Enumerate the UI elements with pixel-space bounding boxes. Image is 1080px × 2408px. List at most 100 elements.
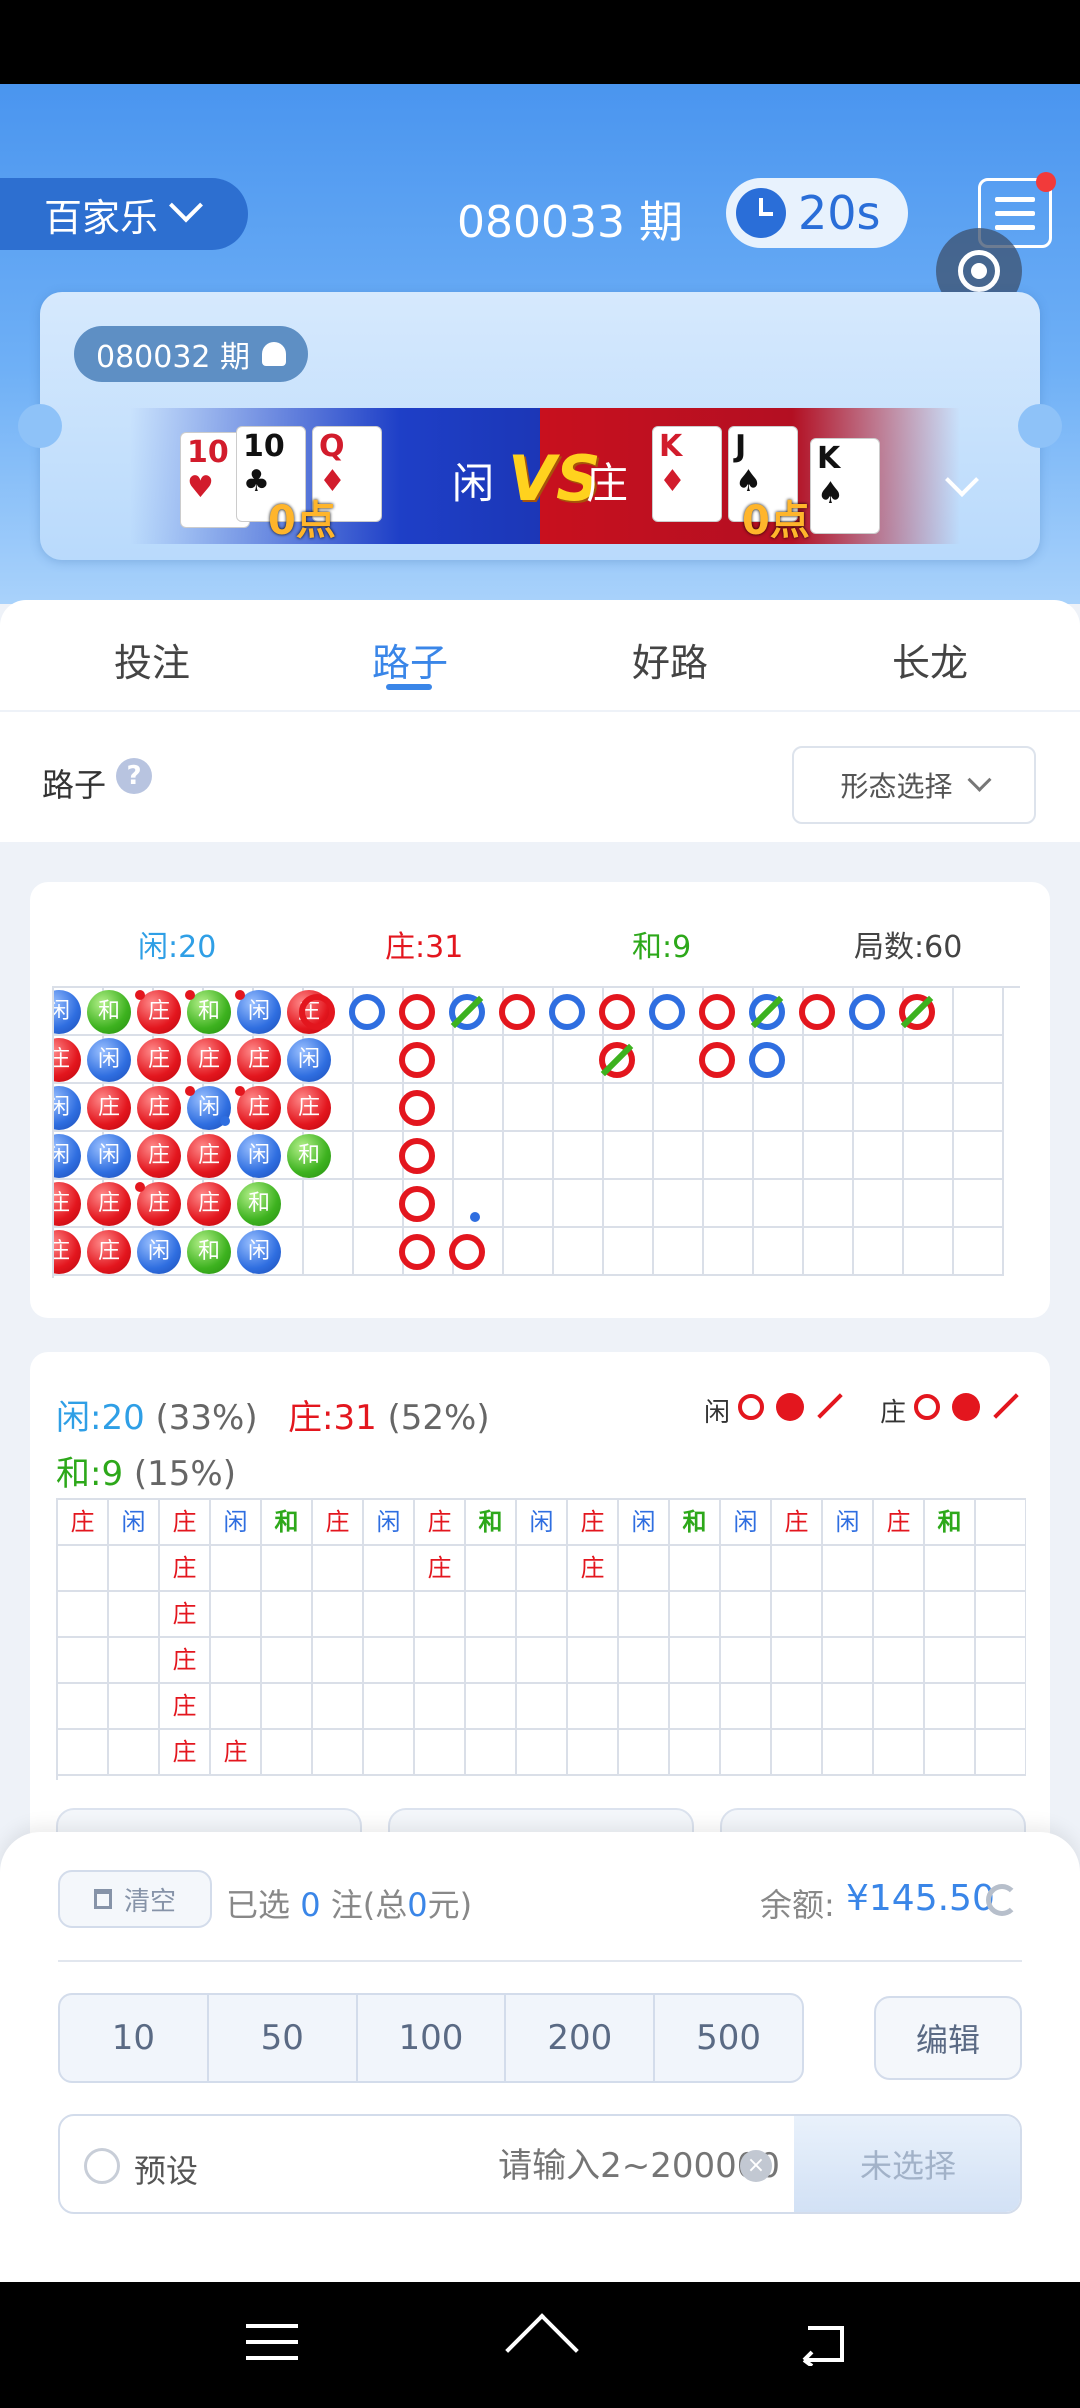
chip-10[interactable]: 10	[60, 1995, 209, 2081]
bead-plate-cell: 庄	[772, 1500, 823, 1546]
chevron-down-icon	[966, 767, 992, 792]
refresh-icon[interactable]	[986, 1884, 1018, 1916]
player-ring-mark	[649, 994, 685, 1030]
bead-tie: 和	[237, 1182, 281, 1226]
menu-line	[246, 2340, 298, 2344]
grid-cell	[554, 1084, 604, 1132]
roads-toolbar: 路子 ? 形态选择	[0, 712, 1080, 842]
bead-player: 闲	[237, 1230, 281, 1274]
last-period-badge[interactable]: 080032 期	[74, 326, 309, 382]
bead-plate-cell	[619, 1684, 670, 1730]
grid-cell	[554, 1036, 604, 1084]
grid-cell	[654, 1180, 704, 1228]
bead-plate-cell	[211, 1546, 262, 1592]
grid-cell	[554, 1180, 604, 1228]
banker-ring-mark	[699, 1042, 735, 1078]
card-notch	[18, 404, 62, 448]
preset-radio[interactable]	[84, 2148, 120, 2184]
player-pair-dot	[470, 1212, 480, 1222]
chip-200[interactable]: 200	[506, 1995, 656, 2081]
grid-cell	[604, 1180, 654, 1228]
grid-cell	[604, 1132, 654, 1180]
banker-count: 庄:31	[385, 930, 464, 965]
bead-plate-cell	[721, 1730, 772, 1776]
tab-good-roads[interactable]: 好路	[590, 632, 750, 687]
bead-tie: 和	[87, 990, 131, 1034]
bead-plate-cell	[874, 1546, 925, 1592]
player-stat: 闲:20 (33%)	[56, 1390, 258, 1439]
legend-dot-icon	[776, 1393, 804, 1421]
tab-long-dragon[interactable]: 长龙	[850, 632, 1010, 687]
banker-ring-mark	[449, 1234, 485, 1270]
chip-100[interactable]: 100	[358, 1995, 507, 2081]
home-icon[interactable]	[506, 2322, 574, 2366]
bead-plate-cell	[364, 1546, 415, 1592]
edit-chips-button[interactable]: 编辑	[874, 1996, 1022, 2080]
bead-plate-cell	[568, 1638, 619, 1684]
bead-plate-cell	[619, 1730, 670, 1776]
bead-plate-cell	[670, 1730, 721, 1776]
tab-bet[interactable]: 投注	[72, 632, 232, 687]
bead-banker: 庄	[87, 1230, 131, 1274]
bead-plate-cell	[262, 1730, 313, 1776]
bead-banker: 庄	[137, 1086, 181, 1130]
submit-bet-button[interactable]: 未选择	[794, 2116, 1020, 2212]
banker-ring-mark	[499, 994, 535, 1030]
tab-roads[interactable]: 路子	[330, 632, 490, 687]
bead-plate-cell	[364, 1730, 415, 1776]
card-notch	[1018, 404, 1062, 448]
clear-input-icon[interactable]: ×	[740, 2150, 772, 2182]
help-icon[interactable]: ?	[116, 758, 152, 794]
grid-cell	[854, 1228, 904, 1276]
bead-plate-cell	[313, 1638, 364, 1684]
bell-icon	[262, 342, 287, 366]
grid-cell	[654, 1228, 704, 1276]
bead-plate-cell: 庄	[568, 1546, 619, 1592]
banker-points: 0点	[742, 498, 810, 544]
bead-tie: 和	[287, 1134, 331, 1178]
round-count: 局数:60	[854, 930, 963, 965]
legend-ring-icon	[914, 1394, 940, 1420]
bead-plate-cell	[772, 1592, 823, 1638]
preset-label: 预设	[134, 2152, 199, 2190]
amount-input[interactable]	[340, 2146, 780, 2186]
grid-cell	[704, 1180, 754, 1228]
system-nav-bar	[0, 2282, 1080, 2408]
banker-ring-mark	[299, 994, 335, 1030]
chip-500[interactable]: 500	[655, 1995, 802, 2081]
back-icon[interactable]	[796, 2322, 850, 2368]
current-period: 080033 期	[457, 197, 683, 248]
legend-ring-icon	[738, 1394, 764, 1420]
legend-player: 闲	[704, 1398, 731, 1428]
bead-plate-cell	[823, 1638, 874, 1684]
bead-plate-cell	[517, 1730, 568, 1776]
grid-cell	[554, 1132, 604, 1180]
bead-player: 闲	[87, 1134, 131, 1178]
clear-button[interactable]: 清空	[58, 1870, 212, 1928]
grid-cell	[454, 1132, 504, 1180]
chip-50[interactable]: 50	[209, 1995, 358, 2081]
banker-ring-mark	[799, 994, 835, 1030]
selected-total: 0	[407, 1886, 428, 1924]
bead-plate-cell	[466, 1730, 517, 1776]
player-stat-pct: (33%)	[155, 1398, 258, 1438]
shape-select-dropdown[interactable]: 形态选择	[792, 746, 1036, 824]
bead-player: 闲	[137, 1230, 181, 1274]
grid-cell	[504, 1180, 554, 1228]
pair-dot-mark	[185, 990, 195, 1000]
bead-plate-cell	[364, 1592, 415, 1638]
countdown-timer: 20s	[726, 178, 908, 248]
divider	[58, 1960, 1022, 1962]
card-rank: 10	[243, 429, 285, 464]
last-result-card: 080032 期 10 ♥ 10 ♣ Q ♦ 0点 闲 VS 庄 K ♦ J ♠…	[18, 292, 1062, 560]
bead-plate-cell	[670, 1592, 721, 1638]
bead-plate-cell	[364, 1684, 415, 1730]
bead-plate-cell	[925, 1638, 976, 1684]
bead-banker: 庄	[87, 1086, 131, 1130]
bead-plate-cell	[313, 1592, 364, 1638]
grid-cell	[754, 1228, 804, 1276]
game-select-dropdown[interactable]: 百家乐	[0, 178, 248, 250]
grid-cell	[304, 1180, 354, 1228]
recent-apps-icon[interactable]	[246, 2322, 298, 2362]
bead-player: 闲	[287, 1038, 331, 1082]
